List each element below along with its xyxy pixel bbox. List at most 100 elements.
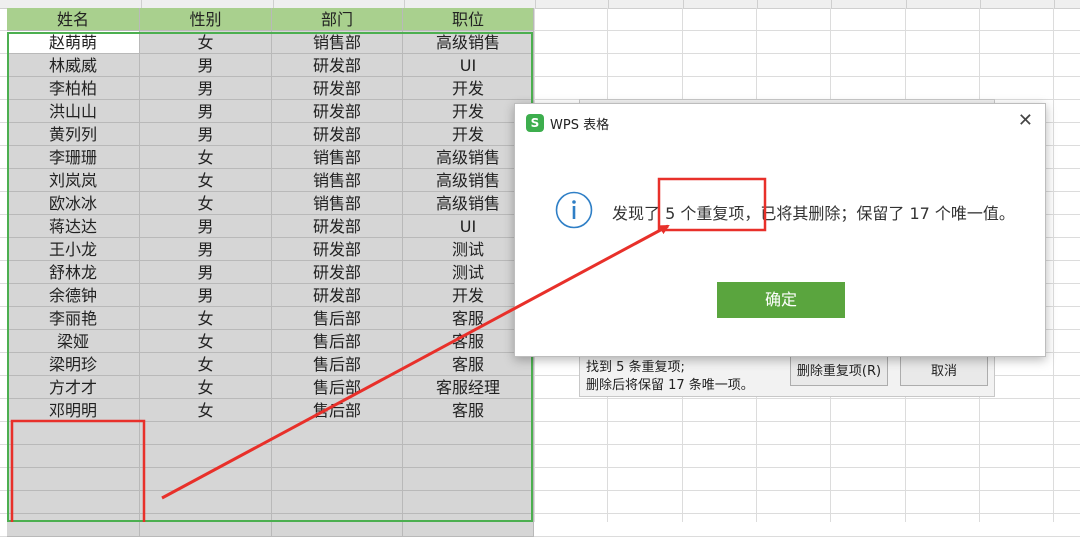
dept-cell[interactable]: 研发部 [272, 54, 403, 77]
empty-cell[interactable] [140, 445, 272, 468]
name-cell[interactable]: 黄列列 [7, 123, 140, 146]
empty-cell[interactable] [140, 468, 272, 491]
name-cell[interactable]: 方才才 [7, 376, 140, 399]
empty-cell[interactable] [403, 514, 534, 537]
wps-logo-icon: S [526, 114, 544, 132]
info-icon [555, 191, 593, 229]
position-cell[interactable]: 客服经理 [403, 376, 534, 399]
position-cell[interactable]: 高级销售 [403, 31, 534, 54]
gender-cell[interactable]: 女 [140, 146, 272, 169]
column-header-divider [756, 0, 758, 8]
gender-cell[interactable]: 男 [140, 261, 272, 284]
dept-cell[interactable]: 研发部 [272, 284, 403, 307]
name-cell[interactable]: 李丽艳 [7, 307, 140, 330]
empty-cell[interactable] [7, 468, 140, 491]
name-cell[interactable]: 李柏柏 [7, 77, 140, 100]
position-cell[interactable]: 开发 [403, 77, 534, 100]
gender-cell[interactable]: 男 [140, 54, 272, 77]
empty-cell[interactable] [403, 491, 534, 514]
name-cell[interactable]: 洪山山 [7, 100, 140, 123]
gender-cell[interactable]: 女 [140, 399, 272, 422]
dept-cell[interactable]: 研发部 [272, 238, 403, 261]
ok-button[interactable]: 确定 [717, 282, 845, 318]
dept-cell[interactable]: 研发部 [272, 123, 403, 146]
dept-cell[interactable]: 研发部 [272, 77, 403, 100]
dept-cell[interactable]: 销售部 [272, 192, 403, 215]
column-header-divider [272, 0, 274, 8]
dept-cell[interactable]: 售后部 [272, 307, 403, 330]
empty-cell[interactable] [403, 468, 534, 491]
header-position[interactable]: 职位 [403, 8, 534, 31]
dept-cell[interactable]: 销售部 [272, 146, 403, 169]
name-cell[interactable]: 刘岚岚 [7, 169, 140, 192]
gender-cell[interactable]: 男 [140, 123, 272, 146]
dialog-title-bar: S WPS 表格 [526, 113, 609, 133]
column-header-divider [682, 0, 684, 8]
dept-cell[interactable]: 售后部 [272, 376, 403, 399]
name-cell[interactable]: 梁明珍 [7, 353, 140, 376]
gender-cell[interactable]: 女 [140, 192, 272, 215]
name-cell[interactable]: 邓明明 [7, 399, 140, 422]
column-header-divider [905, 0, 907, 8]
column-header-divider [403, 0, 405, 8]
cancel-button[interactable]: 取消 [900, 356, 988, 386]
gender-cell[interactable]: 女 [140, 307, 272, 330]
dept-cell[interactable]: 销售部 [272, 31, 403, 54]
header-dept[interactable]: 部门 [272, 8, 403, 31]
header-gender[interactable]: 性别 [140, 8, 272, 31]
remaining-unique-text: 删除后将保留 17 条唯一项。 [586, 378, 754, 393]
gender-cell[interactable]: 女 [140, 169, 272, 192]
empty-cell[interactable] [272, 445, 403, 468]
gender-cell[interactable]: 女 [140, 376, 272, 399]
empty-cell[interactable] [272, 514, 403, 537]
empty-cell[interactable] [272, 422, 403, 445]
dept-cell[interactable]: 售后部 [272, 353, 403, 376]
empty-cell[interactable] [403, 422, 534, 445]
result-message: 发现了 5 个重复项，已将其删除；保留了 17 个唯一值。 [612, 204, 1015, 223]
close-icon[interactable]: ✕ [1018, 110, 1033, 131]
dept-cell[interactable]: 研发部 [272, 261, 403, 284]
found-duplicates-text: 找到 5 条重复项; [586, 360, 685, 375]
empty-cell[interactable] [140, 491, 272, 514]
result-dialog: S WPS 表格 ✕ 发现了 5 个重复项，已将其删除；保留了 17 个唯一值。… [514, 103, 1046, 357]
position-cell[interactable]: UI [403, 54, 534, 77]
gender-cell[interactable]: 男 [140, 215, 272, 238]
empty-cell[interactable] [403, 445, 534, 468]
empty-cell[interactable] [7, 445, 140, 468]
name-cell[interactable]: 李珊珊 [7, 146, 140, 169]
gender-cell[interactable]: 男 [140, 100, 272, 123]
empty-cell[interactable] [272, 468, 403, 491]
grid-col-line [1053, 8, 1054, 522]
name-cell[interactable]: 林威威 [7, 54, 140, 77]
dept-cell[interactable]: 售后部 [272, 330, 403, 353]
name-cell[interactable]: 舒林龙 [7, 261, 140, 284]
name-cell[interactable]: 欧冰冰 [7, 192, 140, 215]
gender-cell[interactable]: 男 [140, 238, 272, 261]
position-cell[interactable]: 客服 [403, 399, 534, 422]
empty-cell[interactable] [140, 422, 272, 445]
delete-duplicates-button[interactable]: 删除重复项(R) [790, 356, 888, 386]
header-name[interactable]: 姓名 [7, 8, 140, 31]
dept-cell[interactable]: 销售部 [272, 169, 403, 192]
empty-cell[interactable] [7, 422, 140, 445]
gender-cell[interactable]: 女 [140, 330, 272, 353]
empty-cell[interactable] [140, 514, 272, 537]
gender-cell[interactable]: 女 [140, 353, 272, 376]
name-cell[interactable]: 梁娅 [7, 330, 140, 353]
empty-cell[interactable] [7, 514, 140, 537]
name-cell[interactable]: 蒋达达 [7, 215, 140, 238]
column-header-divider [534, 0, 536, 8]
gender-cell[interactable]: 女 [140, 31, 272, 54]
column-header-divider [1053, 0, 1055, 8]
name-cell[interactable]: 赵萌萌 [7, 31, 140, 54]
dept-cell[interactable]: 售后部 [272, 399, 403, 422]
name-cell[interactable]: 余德钟 [7, 284, 140, 307]
empty-cell[interactable] [7, 491, 140, 514]
empty-cell[interactable] [272, 491, 403, 514]
dept-cell[interactable]: 研发部 [272, 215, 403, 238]
column-header-divider [979, 0, 981, 8]
gender-cell[interactable]: 男 [140, 77, 272, 100]
gender-cell[interactable]: 男 [140, 284, 272, 307]
name-cell[interactable]: 王小龙 [7, 238, 140, 261]
dept-cell[interactable]: 研发部 [272, 100, 403, 123]
